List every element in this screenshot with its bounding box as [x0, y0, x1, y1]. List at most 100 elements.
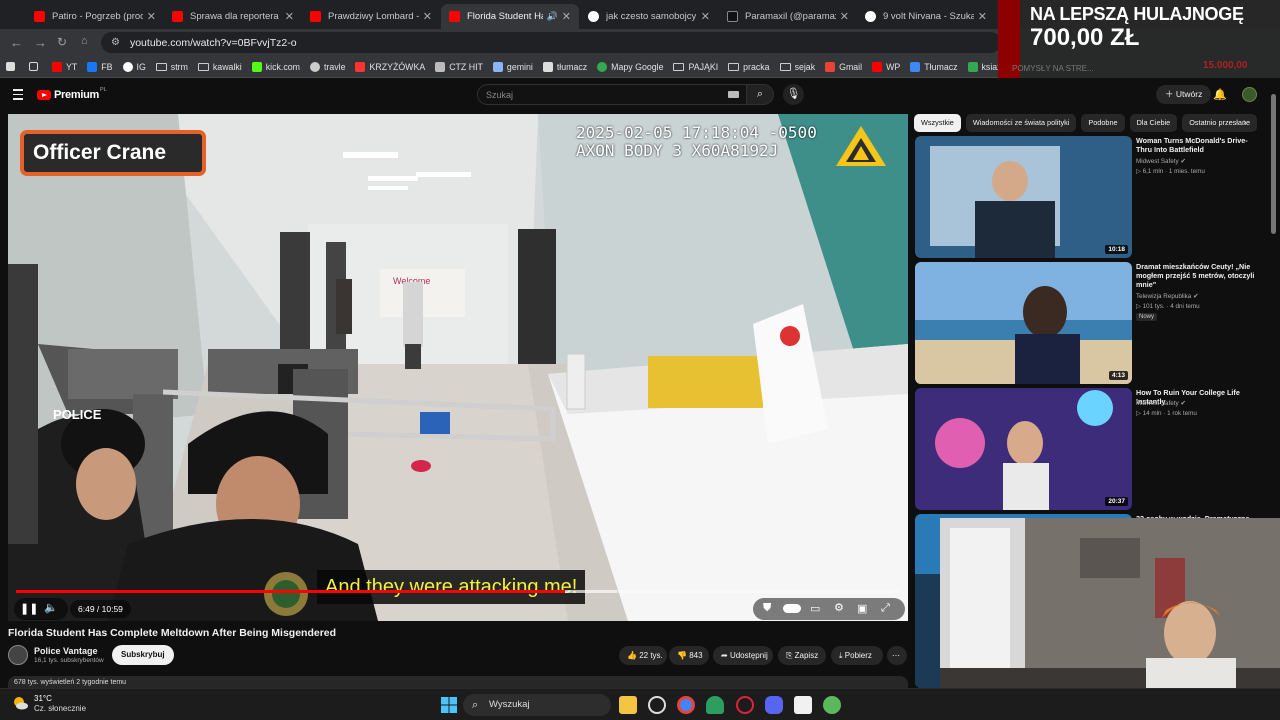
clock-app-icon[interactable]	[648, 696, 666, 714]
video-player[interactable]: Welcome POLICE Officer Crane 2025-02-05 …	[8, 114, 908, 621]
keyboard-icon[interactable]	[728, 91, 739, 98]
url-field[interactable]: ⚙ youtube.com/watch?v=0BFvvjTz2-o	[101, 32, 1001, 53]
close-tab-icon[interactable]: ✕	[147, 10, 156, 23]
menu-icon[interactable]	[13, 89, 23, 103]
volume-icon[interactable]: 🔈	[44, 601, 58, 614]
description-box[interactable]: 678 tys. wyświetleń 2 tygodnie temu	[8, 676, 908, 688]
like-button[interactable]: 👍 22 tys.	[619, 646, 667, 665]
bookmark-kawalki[interactable]: kawalki	[197, 62, 242, 72]
subtitles-icon[interactable]: ▭	[810, 602, 820, 615]
video-title[interactable]: Dramat mieszkańców Ceuty! „Nie mogłem pr…	[1136, 262, 1256, 289]
chrome-icon[interactable]	[677, 696, 695, 714]
close-tab-icon[interactable]: ✕	[978, 10, 987, 23]
avatar[interactable]	[1242, 87, 1257, 102]
page-scrollbar[interactable]	[1271, 86, 1276, 686]
bookmark-tłumacz[interactable]: tłumacz	[542, 61, 587, 72]
close-tab-icon[interactable]: ✕	[285, 10, 294, 23]
bookmark-sejak[interactable]: sejak	[779, 62, 815, 72]
progress-bar[interactable]	[16, 590, 900, 593]
save-label: Zapisz	[794, 651, 819, 660]
autoplay-toggle[interactable]	[783, 604, 801, 613]
bell-icon[interactable]: 🔔	[1213, 88, 1227, 101]
tab-title: Florida Student Has C	[467, 11, 543, 22]
bookmark-strm[interactable]: strm	[155, 62, 188, 72]
bookmark-gmail[interactable]: Gmail	[825, 61, 862, 72]
maps-pin-icon	[597, 61, 608, 72]
create-button[interactable]: ＋ Utwórz	[1156, 85, 1212, 104]
close-tab-icon[interactable]: ✕	[562, 10, 571, 23]
channel-avatar[interactable]	[8, 645, 28, 665]
back-icon[interactable]: ←	[10, 35, 23, 50]
close-tab-icon[interactable]: ✕	[840, 10, 849, 23]
discord-icon[interactable]	[765, 696, 783, 714]
forward-icon[interactable]: →	[34, 35, 47, 50]
scrollbar-thumb[interactable]	[1271, 94, 1276, 234]
miniplayer-icon[interactable]: ▣	[857, 602, 867, 615]
autoplay-icon[interactable]: ⛊	[763, 602, 771, 615]
windows-start-icon[interactable]	[440, 696, 458, 714]
bookmark-ctz-hit[interactable]: CTZ HIT	[435, 61, 483, 72]
browser-tab[interactable]: Patiro - Pogrzeb (prod. Be ✕	[26, 4, 164, 29]
globe-app-icon[interactable]	[823, 696, 841, 714]
close-tab-icon[interactable]: ✕	[701, 10, 710, 23]
browser-tab-active[interactable]: Florida Student Has C 🔊 ✕	[441, 4, 579, 29]
video-title[interactable]: Woman Turns McDonald's Drive-Thru Into B…	[1136, 136, 1256, 154]
bookmark-fb[interactable]: FB	[87, 61, 113, 72]
speaker-icon[interactable]: 🔊	[547, 11, 558, 22]
file-explorer-icon[interactable]	[619, 696, 637, 714]
browser-tab[interactable]: jak czesto samobojcy zost ✕	[580, 4, 718, 29]
weather-description[interactable]: Cz. słonecznie	[34, 704, 86, 713]
browser-tab[interactable]: Paramaxil (@paramaxil_) ✕	[719, 4, 857, 29]
subscribe-button[interactable]: Subskrybuj	[112, 645, 174, 665]
bookmark-yt[interactable]: YT	[52, 61, 77, 72]
opera-icon[interactable]	[736, 696, 754, 714]
google-icon	[588, 11, 599, 22]
reload-icon[interactable]: ↻	[57, 35, 67, 49]
bookmark-ig[interactable]: IG	[122, 61, 146, 72]
browser-tab[interactable]: Sprawa dla reportera kup ✕	[164, 4, 302, 29]
save-button[interactable]: ⎘ Zapisz	[778, 646, 826, 665]
bookmark-pająki[interactable]: PAJĄKI	[673, 62, 718, 72]
chip-all[interactable]: Wszystkie	[914, 114, 961, 132]
chip-politics[interactable]: Wiadomości ze świata polityki	[965, 114, 1077, 132]
search-input[interactable]: Szukaj	[477, 84, 747, 105]
bookmark-gemini[interactable]: gemini	[492, 61, 533, 72]
bookmark-folder-extra[interactable]: POMYSŁY NA STRE...	[1012, 64, 1094, 73]
chevron-right-icon[interactable]: ›	[1243, 117, 1246, 128]
settings-gear-icon[interactable]: ⚙	[834, 601, 844, 614]
bookmark-krzyżówka[interactable]: KRZYŻÓWKA	[355, 61, 425, 72]
close-tab-icon[interactable]: ✕	[423, 10, 432, 23]
sun-cloud-icon[interactable]	[12, 695, 28, 711]
grid-icon[interactable]	[29, 62, 42, 71]
video-thumbnail[interactable]: 10:18	[915, 136, 1132, 258]
more-actions-icon[interactable]: ⋯	[887, 646, 907, 665]
pause-icon[interactable]: ❚❚	[20, 602, 38, 615]
download-button[interactable]: ⤓ Pobierz	[831, 646, 883, 665]
video-thumbnail[interactable]: 4:13	[915, 262, 1132, 384]
chip-similar[interactable]: Podobne	[1081, 114, 1125, 132]
taskbar-search[interactable]: ⌕ Wyszukaj	[463, 694, 611, 716]
home-icon[interactable]: ⌂	[81, 35, 88, 47]
bookmark-pracka[interactable]: pracka	[728, 62, 770, 72]
bookmark-wp[interactable]: WP	[872, 61, 900, 72]
mic-icon[interactable]: 🎙	[783, 84, 804, 105]
bookmark-tłumacz[interactable]: Tłumacz	[910, 61, 958, 72]
site-info-icon[interactable]: ⚙	[111, 37, 120, 48]
browser-tab[interactable]: Prawdziwy Lombard - Od ✕	[302, 4, 440, 29]
bookmark-mapy-google[interactable]: Mapy Google	[597, 61, 663, 72]
browser-tab[interactable]: 9 volt Nirvana - Szukaj w ✕	[857, 4, 995, 29]
dislike-button[interactable]: 👎 843	[669, 646, 709, 665]
channel-name[interactable]: Police Vantage	[34, 646, 98, 656]
video-thumbnail[interactable]: 20:37	[915, 388, 1132, 510]
fullscreen-icon[interactable]: ⤢	[881, 602, 890, 615]
search-button[interactable]: ⌕	[746, 84, 774, 105]
share-button[interactable]: ➦ Udostępnij	[713, 646, 773, 665]
chip-for-you[interactable]: Dla Ciebie	[1129, 114, 1178, 132]
youtube-logo[interactable]: Premium PL	[37, 87, 107, 101]
apps-icon[interactable]	[6, 62, 19, 71]
bookmark-kick-com[interactable]: kick.com	[251, 61, 300, 72]
bookmark-travle[interactable]: travle	[309, 61, 345, 72]
shield-app-icon[interactable]	[706, 696, 724, 714]
capcut-icon[interactable]	[794, 696, 812, 714]
weather-temperature[interactable]: 31°C	[34, 694, 52, 703]
